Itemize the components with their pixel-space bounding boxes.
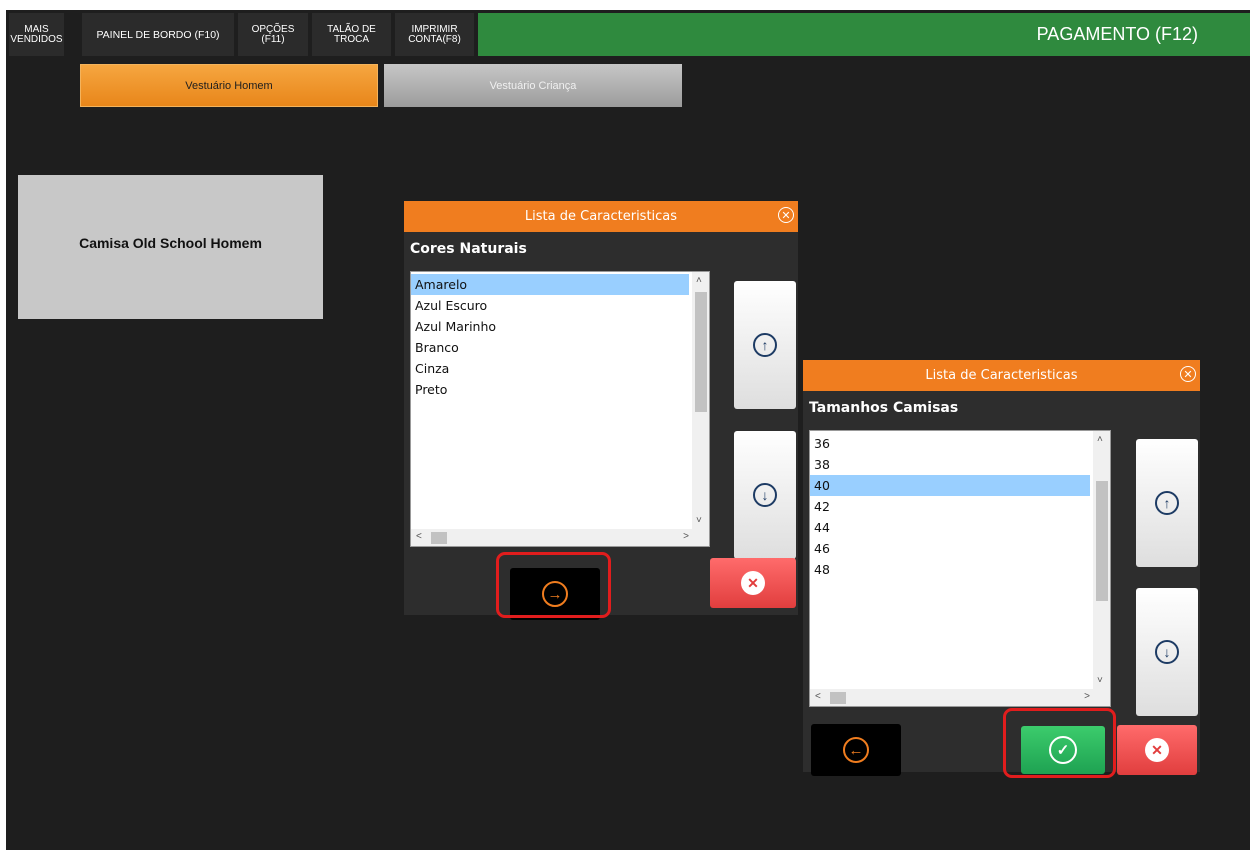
cancel-button[interactable]: ✕ <box>710 558 796 608</box>
move-down-button[interactable]: ↓ <box>1136 588 1198 716</box>
list-item[interactable]: 40 <box>810 475 1090 496</box>
category-vestuario-homem[interactable]: Vestuário Homem <box>80 64 378 107</box>
arrow-down-circle-icon: ↓ <box>1155 640 1179 664</box>
painel-bordo-button[interactable]: PAINEL DE BORDO (F10) <box>82 13 234 56</box>
product-tile[interactable]: Camisa Old School Homem <box>18 175 323 319</box>
list-item[interactable]: 44 <box>810 517 1110 538</box>
horizontal-scrollbar[interactable]: < > <box>810 689 1110 706</box>
list-item[interactable]: 48 <box>810 559 1110 580</box>
scroll-down-icon[interactable]: ˅ <box>1097 675 1103 686</box>
x-circle-icon: ✕ <box>1145 738 1169 762</box>
scroll-right-icon[interactable]: > <box>1084 691 1090 702</box>
arrow-right-circle-icon: → <box>542 581 568 607</box>
close-icon[interactable]: ✕ <box>778 207 794 223</box>
opcoes-button[interactable]: OPÇÕES (F11) <box>238 13 308 56</box>
vertical-scrollbar[interactable]: ˄ ˅ <box>692 272 709 529</box>
horizontal-scrollbar[interactable]: < > <box>411 529 709 546</box>
arrow-up-circle-icon: ↑ <box>753 333 777 357</box>
caracteristicas-dialog-tamanhos: Lista de Caracteristicas ✕ Tamanhos Cami… <box>803 360 1200 776</box>
list-item[interactable]: Preto <box>411 379 709 400</box>
list-item[interactable]: 38 <box>810 454 1110 475</box>
category-vestuario-crianca[interactable]: Vestuário Criança <box>384 64 682 107</box>
dialog-title: Lista de Caracteristicas <box>404 201 798 232</box>
back-button[interactable]: ← <box>811 724 901 776</box>
imprimir-conta-button[interactable]: IMPRIMIR CONTA(F8) <box>395 13 474 56</box>
list-item[interactable]: 36 <box>810 433 1110 454</box>
move-up-button[interactable]: ↑ <box>734 281 796 409</box>
list-item[interactable]: Azul Marinho <box>411 316 709 337</box>
scroll-up-icon[interactable]: ˄ <box>1097 434 1103 445</box>
scroll-thumb[interactable] <box>431 532 447 544</box>
list-item[interactable]: Cinza <box>411 358 709 379</box>
scroll-thumb[interactable] <box>830 692 846 704</box>
tamanhos-listbox[interactable]: 36 38 40 42 44 46 48 ˄ ˅ < > <box>809 430 1111 707</box>
scroll-right-icon[interactable]: > <box>683 531 689 542</box>
arrow-up-circle-icon: ↑ <box>1155 491 1179 515</box>
caracteristicas-dialog-cores: Lista de Caracteristicas ✕ Cores Naturai… <box>404 201 798 620</box>
x-circle-icon: ✕ <box>741 571 765 595</box>
scroll-left-icon[interactable]: < <box>815 691 821 702</box>
confirm-button[interactable]: ✓ <box>1021 726 1105 774</box>
move-down-button[interactable]: ↓ <box>734 431 796 559</box>
cancel-button[interactable]: ✕ <box>1117 725 1197 775</box>
talao-troca-button[interactable]: TALÃO DE TROCA <box>312 13 391 56</box>
move-up-button[interactable]: ↑ <box>1136 439 1198 567</box>
scroll-down-icon[interactable]: ˅ <box>696 515 702 526</box>
scroll-left-icon[interactable]: < <box>416 531 422 542</box>
dialog-subtitle: Tamanhos Camisas <box>809 400 959 416</box>
arrow-left-circle-icon: ← <box>843 737 869 763</box>
list-item[interactable]: Branco <box>411 337 709 358</box>
dialog-title: Lista de Caracteristicas <box>803 360 1200 391</box>
next-button[interactable]: → <box>510 568 600 620</box>
cores-listbox[interactable]: Amarelo Azul Escuro Azul Marinho Branco … <box>410 271 710 547</box>
scroll-thumb[interactable] <box>695 292 707 412</box>
list-item[interactable]: 42 <box>810 496 1110 517</box>
scroll-up-icon[interactable]: ˄ <box>696 275 702 286</box>
dialog-subtitle: Cores Naturais <box>410 241 527 257</box>
mais-vendidos-button[interactable]: MAIS VENDIDOS <box>9 13 64 56</box>
arrow-down-circle-icon: ↓ <box>753 483 777 507</box>
list-item[interactable]: Azul Escuro <box>411 295 709 316</box>
pagamento-label: PAGAMENTO (F12) <box>1036 24 1198 44</box>
vertical-scrollbar[interactable]: ˄ ˅ <box>1093 431 1110 689</box>
list-item[interactable]: Amarelo <box>411 274 689 295</box>
check-circle-icon: ✓ <box>1049 736 1077 764</box>
list-item[interactable]: 46 <box>810 538 1110 559</box>
pagamento-button[interactable]: PAGAMENTO (F12) <box>478 13 1250 56</box>
close-icon[interactable]: ✕ <box>1180 366 1196 382</box>
scroll-thumb[interactable] <box>1096 481 1108 601</box>
pos-app: MAIS VENDIDOS PAINEL DE BORDO (F10) OPÇÕ… <box>6 10 1250 850</box>
